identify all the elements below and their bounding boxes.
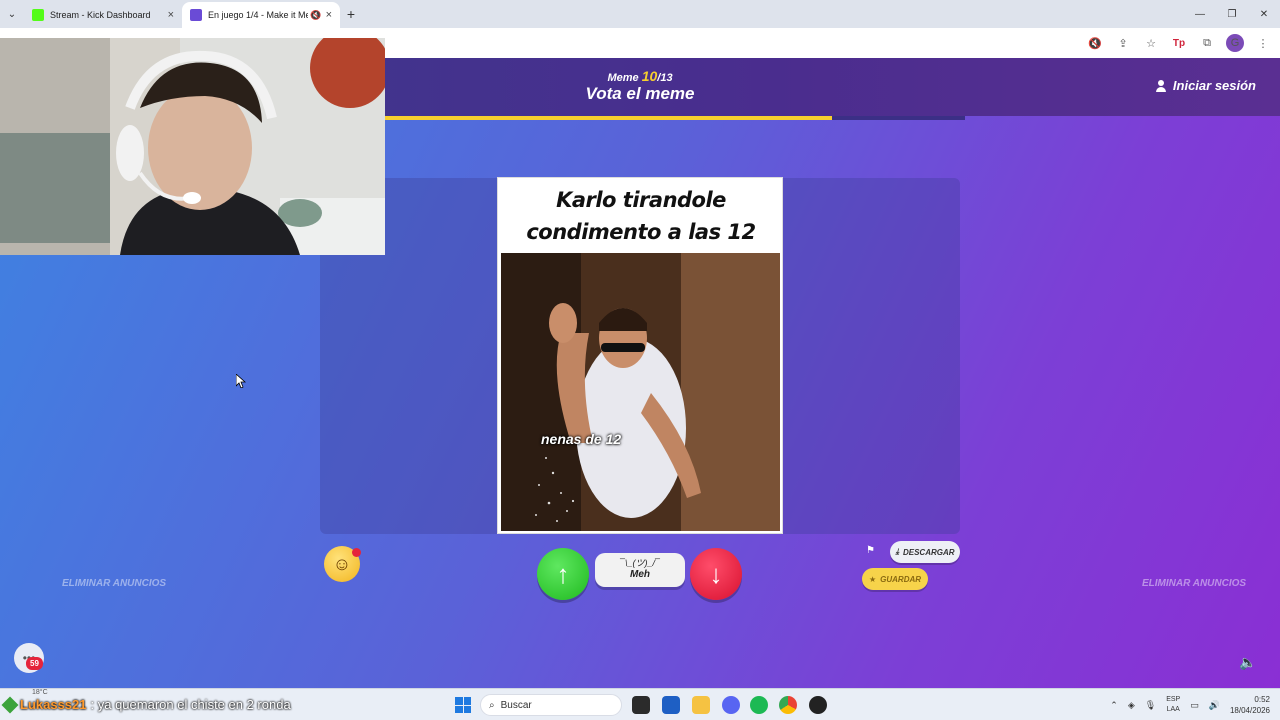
chat-unread-badge: 59: [26, 657, 43, 670]
new-tab-button[interactable]: +: [340, 6, 362, 22]
chat-username: Lukasss21: [20, 697, 87, 712]
meh-button[interactable]: ¯\_(ツ)_/¯ Meh: [595, 553, 685, 587]
tab-kick-dashboard[interactable]: Stream - Kick Dashboard ×: [24, 2, 182, 28]
search-placeholder: Buscar: [500, 699, 532, 711]
task-view-icon[interactable]: [632, 696, 650, 714]
chat-badge-icon: [1, 696, 19, 713]
meme-card: Karlo tirandole condimento a las 12 para…: [497, 177, 783, 534]
chat-message-text: : ya quemaron el chiste en 2 ronda: [90, 697, 291, 712]
weather-temp: 18°C: [32, 689, 48, 696]
tray-app-icon[interactable]: ◈: [1128, 700, 1135, 711]
download-label: Descargar: [902, 547, 955, 557]
extension-tp-icon[interactable]: Tp: [1170, 34, 1188, 52]
arrow-up-icon: ↑: [556, 558, 570, 589]
remove-ads-link-left[interactable]: Eliminar anuncios: [62, 578, 166, 589]
arrow-down-icon: ↓: [709, 558, 723, 589]
close-window-icon[interactable]: ✕: [1248, 0, 1280, 28]
obs-app-icon[interactable]: [809, 696, 827, 714]
upvote-button[interactable]: ↑: [537, 548, 589, 600]
store-app-icon[interactable]: [662, 696, 680, 714]
meme-overlay-text: nenas de 12: [541, 431, 622, 447]
sound-toggle-icon[interactable]: 🔈: [1239, 654, 1257, 670]
shrug-face: ¯\_(ツ)_/¯: [620, 558, 660, 568]
extensions-puzzle-icon[interactable]: ⧉: [1198, 34, 1216, 52]
tab-search-icon[interactable]: ⌄: [0, 0, 24, 28]
os-taskbar: 18°C Lukasss21 : ya quemaron el chiste e…: [0, 688, 1280, 720]
downvote-button[interactable]: ↓: [690, 548, 742, 600]
smiley-icon: ☺: [332, 553, 352, 574]
restore-icon[interactable]: ❐: [1216, 0, 1248, 28]
reaction-emoji-button[interactable]: ☺: [324, 546, 361, 582]
chrome-app-icon[interactable]: [779, 696, 797, 714]
clock-time: 0:52: [1254, 695, 1270, 704]
mouse-cursor-icon: [236, 374, 246, 388]
display-icon[interactable]: ▭: [1190, 700, 1199, 711]
taskbar-search-input[interactable]: ⌕ Buscar: [480, 694, 622, 716]
taskbar-clock[interactable]: 0:52 18/04/2026: [1230, 694, 1270, 716]
save-label: Guardar: [880, 574, 922, 584]
kick-favicon-icon: [32, 9, 44, 21]
tab-make-it-meme[interactable]: En juego 1/4 - Make it Meme 🔇 ×: [182, 2, 340, 28]
meme-counter-current: 10: [641, 68, 658, 84]
login-label: Iniciar sesión: [1172, 78, 1256, 93]
minimize-icon[interactable]: —: [1184, 0, 1216, 28]
meme-counter-total: /13: [657, 72, 673, 84]
discord-app-icon[interactable]: [722, 696, 740, 714]
meme-favicon-icon: [190, 9, 202, 21]
tab-title: En juego 1/4 - Make it Meme: [208, 10, 309, 20]
search-icon: ⌕: [489, 699, 495, 711]
user-icon: [1155, 79, 1167, 92]
close-tab-icon[interactable]: ×: [168, 9, 174, 21]
lang-line1: ESP: [1166, 696, 1181, 703]
meme-image: nenas de 12: [501, 253, 780, 531]
browser-tab-bar: ⌄ Stream - Kick Dashboard × En juego 1/4…: [0, 0, 1280, 28]
mute-site-icon[interactable]: 🔇: [1086, 34, 1104, 52]
tab-title: Stream - Kick Dashboard: [50, 10, 151, 20]
remove-ads-link-right[interactable]: Eliminar anuncios: [1142, 578, 1246, 589]
star-icon: ★: [868, 574, 877, 584]
windows-start-icon[interactable]: [455, 697, 471, 713]
report-flag-icon[interactable]: ⚑: [866, 545, 878, 557]
language-indicator[interactable]: ESP LAA: [1166, 695, 1180, 715]
profile-avatar[interactable]: G: [1226, 34, 1244, 52]
install-app-icon[interactable]: ⇪: [1114, 34, 1132, 52]
meh-label: Meh: [630, 569, 650, 580]
file-explorer-icon[interactable]: [692, 696, 710, 714]
round-progress-fill: [385, 116, 832, 120]
save-button[interactable]: ★ Guardar: [862, 568, 928, 590]
stream-chat-message: Lukasss21 : ya quemaron el chiste en 2 r…: [1, 696, 291, 713]
login-button[interactable]: Iniciar sesión: [1155, 78, 1256, 93]
lang-line2: LAA: [1166, 706, 1180, 713]
clock-date: 18/04/2026: [1229, 706, 1270, 715]
system-tray: ⌃ ◈ 🎙 ESP LAA ▭ 🔊 0:52 18/04/2026: [1110, 689, 1270, 720]
meme-counter-label: Meme: [607, 72, 639, 84]
tray-chevron-icon[interactable]: ⌃: [1110, 700, 1118, 711]
streamer-webcam: [0, 38, 385, 255]
download-icon: ⤓: [895, 547, 899, 556]
muted-tab-icon[interactable]: 🔇: [310, 10, 321, 21]
microphone-icon[interactable]: 🎙: [1145, 700, 1156, 711]
volume-icon[interactable]: 🔊: [1209, 700, 1220, 711]
browser-menu-icon[interactable]: ⋮: [1254, 34, 1272, 52]
bookmark-star-icon[interactable]: ☆: [1142, 34, 1160, 52]
close-tab-icon[interactable]: ×: [326, 9, 332, 21]
spotify-app-icon[interactable]: [750, 696, 768, 714]
window-controls: — ❐ ✕: [1184, 0, 1280, 28]
download-button[interactable]: ⤓ Descargar: [890, 541, 960, 563]
